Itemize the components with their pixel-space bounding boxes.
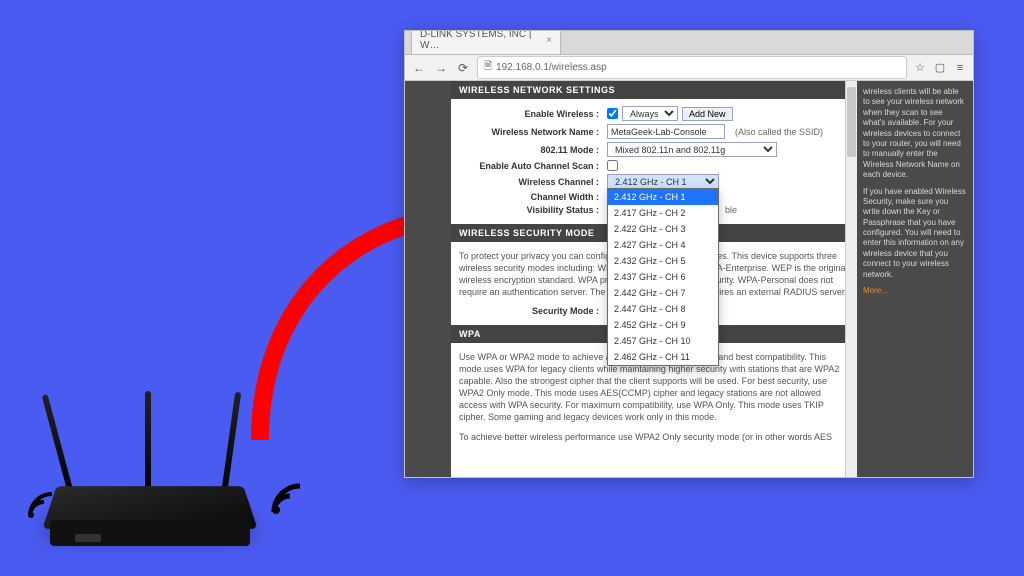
- tab-title: D-LINK SYSTEMS, INC | W…: [420, 30, 542, 51]
- help-text-1: wireless clients will be able to see you…: [863, 87, 967, 181]
- url-field[interactable]: 🗎 192.168.0.1/wireless.asp: [477, 56, 907, 79]
- router-face: [50, 520, 250, 546]
- channel-option[interactable]: 2.432 GHz - CH 5: [608, 253, 718, 269]
- enable-wireless-checkbox[interactable]: [607, 108, 618, 119]
- help-text-2: If you have enabled Wireless Security, m…: [863, 187, 967, 281]
- network-name-input[interactable]: [607, 124, 725, 139]
- router-illustration: [20, 406, 300, 556]
- channel-option[interactable]: 2.452 GHz - CH 9: [608, 317, 718, 333]
- scroll-thumb[interactable]: [847, 87, 856, 157]
- address-bar: ← → ⟳ 🗎 192.168.0.1/wireless.asp ☆ ▢ ≡: [405, 55, 973, 81]
- wireless-settings-form: Enable Wireless : Always Add New Wireles…: [451, 99, 857, 224]
- antenna-icon: [220, 392, 241, 502]
- close-icon[interactable]: ×: [546, 35, 552, 46]
- channel-option[interactable]: 2.422 GHz - CH 3: [608, 221, 718, 237]
- forward-button[interactable]: →: [433, 61, 449, 75]
- channel-label: Wireless Channel :: [459, 177, 599, 187]
- page-icon: 🗎: [484, 59, 492, 76]
- mode-label: 802.11 Mode :: [459, 145, 599, 155]
- schedule-select[interactable]: Always: [622, 106, 678, 121]
- channel-option[interactable]: 2.417 GHz - CH 2: [608, 205, 718, 221]
- channel-option[interactable]: 2.442 GHz - CH 7: [608, 285, 718, 301]
- back-button[interactable]: ←: [411, 61, 427, 75]
- channel-option[interactable]: 2.462 GHz - CH 11: [608, 349, 718, 365]
- menu-icon[interactable]: ≡: [953, 62, 967, 74]
- visibility-fragment: ble: [725, 205, 737, 215]
- left-gutter: [405, 81, 451, 477]
- tab-bar: D-LINK SYSTEMS, INC | W… ×: [405, 31, 973, 55]
- channel-option[interactable]: 2.427 GHz - CH 4: [608, 237, 718, 253]
- reload-button[interactable]: ⟳: [455, 61, 471, 75]
- auto-scan-label: Enable Auto Channel Scan :: [459, 161, 599, 171]
- scrollbar[interactable]: [845, 81, 857, 477]
- wireless-channel-select[interactable]: 2.412 GHz - CH 1: [607, 174, 719, 189]
- wifi-icon: [25, 489, 57, 521]
- channel-option[interactable]: 2.437 GHz - CH 6: [608, 269, 718, 285]
- security-mode-label: Security Mode :: [459, 306, 599, 316]
- page-content: WIRELESS NETWORK SETTINGS Enable Wireles…: [405, 81, 973, 477]
- channel-option[interactable]: 2.447 GHz - CH 8: [608, 301, 718, 317]
- add-new-button[interactable]: Add New: [682, 107, 733, 121]
- antenna-icon: [145, 391, 151, 501]
- auto-scan-checkbox[interactable]: [607, 160, 618, 171]
- mode-select[interactable]: Mixed 802.11n and 802.11g: [607, 142, 777, 157]
- router-port: [75, 534, 101, 542]
- bookmark-icon[interactable]: ☆: [913, 61, 927, 74]
- network-name-label: Wireless Network Name :: [459, 127, 599, 137]
- channel-option[interactable]: 2.412 GHz - CH 1: [608, 189, 718, 205]
- channel-option[interactable]: 2.457 GHz - CH 10: [608, 333, 718, 349]
- browser-window: D-LINK SYSTEMS, INC | W… × ← → ⟳ 🗎 192.1…: [404, 30, 974, 478]
- wpa-description-2: To achieve better wireless performance u…: [459, 427, 849, 447]
- wifi-icon: [268, 478, 308, 518]
- main-column: WIRELESS NETWORK SETTINGS Enable Wireles…: [451, 81, 857, 477]
- browser-tab[interactable]: D-LINK SYSTEMS, INC | W… ×: [411, 30, 561, 54]
- help-sidebar: wireless clients will be able to see you…: [857, 81, 973, 477]
- ssid-hint: (Also called the SSID): [735, 127, 823, 137]
- more-link[interactable]: More…: [863, 286, 889, 295]
- visibility-label: Visibility Status :: [459, 205, 599, 215]
- section-header-settings: WIRELESS NETWORK SETTINGS: [451, 81, 857, 99]
- url-text: 192.168.0.1/wireless.asp: [496, 62, 607, 73]
- enable-wireless-label: Enable Wireless :: [459, 109, 599, 119]
- channel-dropdown[interactable]: 2.412 GHz - CH 12.417 GHz - CH 22.422 GH…: [607, 188, 719, 366]
- width-label: Channel Width :: [459, 192, 599, 202]
- cast-icon[interactable]: ▢: [933, 61, 947, 74]
